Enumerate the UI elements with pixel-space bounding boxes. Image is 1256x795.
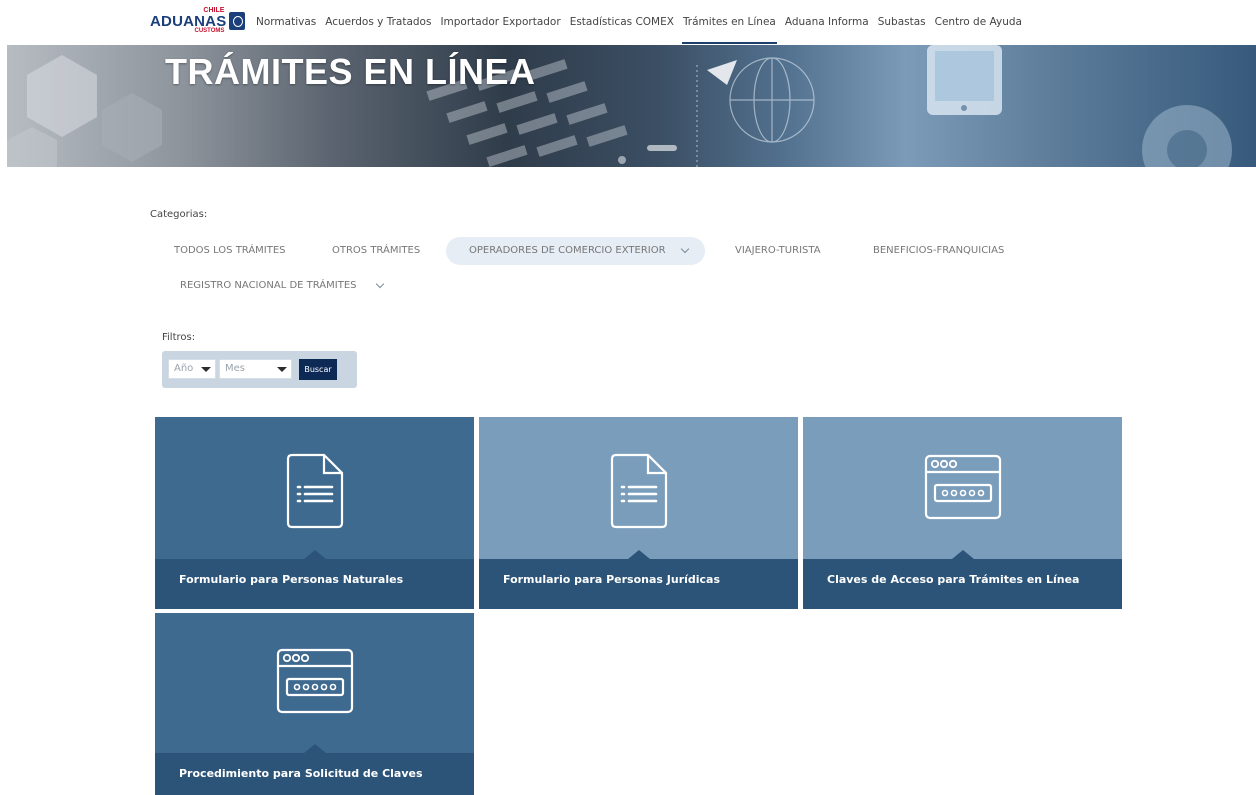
card-procedimiento-solicitud-claves[interactable]: Procedimiento para Solicitud de Claves — [155, 613, 474, 795]
card-footer: Formulario para Personas Jurídicas — [479, 550, 798, 609]
document-icon — [286, 453, 343, 529]
card-formulario-personas-naturales[interactable]: Formulario para Personas Naturales — [155, 417, 474, 609]
nav-item-acuerdos[interactable]: Acuerdos y Tratados — [321, 0, 435, 45]
category-label: OPERADORES DE COMERCIO EXTERIOR — [469, 245, 666, 256]
card-title: Formulario para Personas Jurídicas — [503, 573, 721, 586]
category-todos-tramites[interactable]: TODOS LOS TRÁMITES — [174, 237, 286, 265]
card-footer: Claves de Acceso para Trámites en Línea — [803, 550, 1122, 609]
chevron-down-icon — [375, 279, 385, 289]
category-beneficios-franquicias[interactable]: BENEFICIOS-FRANQUICIAS — [873, 237, 1004, 265]
nav-item-tramites[interactable]: Trámites en Línea — [679, 0, 780, 45]
year-select[interactable]: Año — [168, 359, 216, 379]
category-label: OTROS TRÁMITES — [332, 245, 421, 256]
dropdown-arrow-icon — [277, 367, 287, 372]
card-title: Claves de Acceso para Trámites en Línea — [827, 573, 1080, 586]
month-select-placeholder: Mes — [225, 363, 245, 374]
aduanas-logo[interactable]: CHILE ADUANAS CUSTOMS — [150, 7, 246, 34]
dropdown-arrow-icon — [201, 367, 211, 372]
nav-item-centro-ayuda[interactable]: Centro de Ayuda — [931, 0, 1026, 45]
page-title: TRÁMITES EN LÍNEA — [165, 51, 536, 92]
card-claves-acceso[interactable]: Claves de Acceso para Trámites en Línea — [803, 417, 1122, 609]
card-footer: Formulario para Personas Naturales — [155, 550, 474, 609]
category-viajero-turista[interactable]: VIAJERO-TURISTA — [735, 237, 821, 265]
logo-wordmark: CHILE ADUANAS CUSTOMS — [150, 7, 226, 34]
nav-item-subastas[interactable]: Subastas — [874, 0, 930, 45]
category-label: REGISTRO NACIONAL DE TRÁMITES — [180, 280, 357, 291]
month-select[interactable]: Mes — [219, 359, 292, 379]
search-button[interactable]: Buscar — [299, 359, 337, 380]
top-navbar: CHILE ADUANAS CUSTOMS Normativas Acuerdo… — [0, 0, 1256, 45]
nav-item-normativas[interactable]: Normativas — [252, 0, 320, 45]
logo-chile-text: CHILE — [203, 7, 225, 14]
category-label: TODOS LOS TRÁMITES — [174, 245, 286, 256]
document-icon — [610, 453, 667, 529]
category-otros-tramites[interactable]: OTROS TRÁMITES — [332, 237, 420, 265]
filters-label: Filtros: — [162, 332, 196, 343]
category-operadores-comercio-exterior[interactable]: OPERADORES DE COMERCIO EXTERIOR — [446, 237, 705, 265]
card-formulario-personas-juridicas[interactable]: Formulario para Personas Jurídicas — [479, 417, 798, 609]
nav-item-importador[interactable]: Importador Exportador — [436, 0, 564, 45]
year-select-placeholder: Año — [174, 363, 194, 374]
category-label: BENEFICIOS-FRANQUICIAS — [873, 245, 1005, 256]
shield-badge-icon — [229, 12, 246, 30]
password-window-icon — [276, 648, 353, 714]
main-menu: Normativas Acuerdos y Tratados Importado… — [252, 0, 1027, 45]
filter-panel: Año Mes Buscar — [162, 351, 357, 388]
card-title: Formulario para Personas Naturales — [179, 573, 404, 586]
password-window-icon — [924, 454, 1001, 520]
card-footer: Procedimiento para Solicitud de Claves — [155, 744, 474, 795]
chevron-down-icon — [680, 244, 690, 254]
logo-customs-text: CUSTOMS — [194, 28, 225, 34]
nav-item-aduana-informa[interactable]: Aduana Informa — [781, 0, 873, 45]
categories-label: Categorias: — [150, 209, 208, 220]
category-label: VIAJERO-TURISTA — [735, 245, 821, 256]
category-registro-nacional[interactable]: REGISTRO NACIONAL DE TRÁMITES — [180, 272, 395, 300]
card-title: Procedimiento para Solicitud de Claves — [179, 767, 423, 780]
hero-banner: TRÁMITES EN LÍNEA — [7, 45, 1256, 167]
nav-item-estadisticas[interactable]: Estadísticas COMEX — [566, 0, 678, 45]
